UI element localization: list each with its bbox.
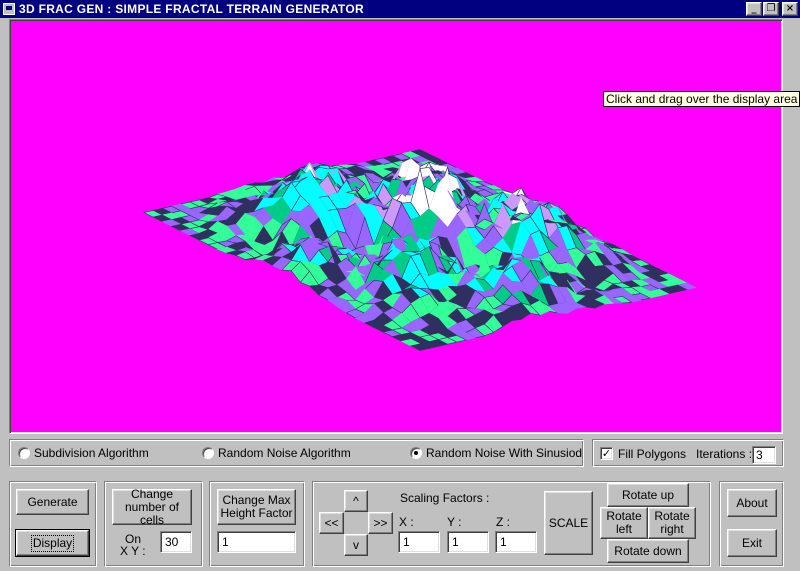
change-cells-label-1: Change [130, 486, 174, 501]
generate-button[interactable]: Generate [16, 489, 89, 515]
terrain-render [143, 149, 697, 351]
cells-xy-label: X Y : [120, 544, 146, 558]
height-input[interactable]: 1 [217, 531, 296, 553]
radio-random-noise[interactable] [202, 447, 214, 459]
nav-up-button[interactable]: ^ [344, 490, 368, 512]
rotate-down-button[interactable]: Rotate down [607, 539, 689, 563]
nav-up-icon: ^ [353, 493, 359, 508]
exit-button-label: Exit [741, 535, 762, 550]
radio-random-noise-label[interactable]: Random Noise Algorithm [218, 446, 351, 460]
scale-z-input[interactable]: 1 [495, 531, 537, 553]
title-bar[interactable]: 3D FRAC GEN : SIMPLE FRACTAL TERRAIN GEN… [0, 0, 800, 18]
app-icon[interactable] [3, 3, 15, 15]
iterations-input[interactable]: 3 [752, 446, 776, 464]
about-button-label: About [736, 495, 768, 510]
radio-random-noise-sinusoid-label[interactable]: Random Noise With Sinusiod [426, 446, 582, 460]
display-button[interactable]: Display [15, 529, 90, 557]
radio-subdivision[interactable] [18, 447, 30, 459]
change-cells-button[interactable]: Change number of cells [112, 486, 192, 527]
close-icon: × [785, 3, 795, 14]
fill-polygons-label[interactable]: Fill Polygons [618, 447, 686, 461]
nav-left-button[interactable]: << [319, 512, 344, 534]
minimize-icon: _ [751, 3, 757, 14]
exit-button[interactable]: Exit [727, 529, 777, 557]
rotate-down-label: Rotate down [614, 543, 682, 558]
restore-button[interactable]: ❐ [763, 2, 779, 16]
close-button[interactable]: × [782, 2, 798, 16]
restore-icon: ❐ [766, 3, 776, 14]
scale-x-label: X : [399, 515, 414, 529]
rotate-right-button[interactable]: Rotate right [648, 507, 696, 539]
nav-center [344, 512, 368, 534]
change-cells-label-2: number of cells [124, 499, 180, 527]
radio-subdivision-label[interactable]: Subdivision Algorithm [34, 446, 149, 460]
display-area[interactable] [9, 19, 783, 434]
tooltip: Click and drag over the display area [603, 91, 800, 107]
display-button-label: Display [30, 534, 75, 552]
scale-x-input[interactable]: 1 [398, 531, 440, 553]
scale-y-input[interactable]: 1 [447, 531, 489, 553]
minimize-button[interactable]: _ [746, 2, 762, 16]
scale-z-label: Z : [496, 515, 510, 529]
scaling-title: Scaling Factors : [400, 491, 490, 505]
change-height-label-2: Height Factor [220, 506, 293, 520]
rotate-left-label-2: left [615, 522, 632, 536]
rotate-up-label: Rotate up [621, 487, 675, 502]
nav-right-button[interactable]: >> [368, 512, 393, 534]
window-title: 3D FRAC GEN : SIMPLE FRACTAL TERRAIN GEN… [19, 2, 364, 16]
radio-random-noise-sinusoid[interactable] [410, 447, 422, 459]
check-icon: ✓ [601, 447, 612, 460]
nav-left-icon: << [324, 515, 339, 530]
nav-right-icon: >> [373, 515, 388, 530]
rotate-right-label-2: right [660, 522, 684, 536]
scale-y-label: Y : [447, 515, 462, 529]
iterations-label: Iterations : [696, 447, 753, 461]
about-button[interactable]: About [727, 489, 777, 517]
nav-down-button[interactable]: v [344, 534, 368, 556]
rotate-left-button[interactable]: Rotate left [600, 507, 648, 539]
cells-input[interactable]: 30 [160, 531, 192, 553]
generate-button-label: Generate [27, 494, 78, 509]
scale-button[interactable]: SCALE [544, 491, 593, 555]
scale-button-label: SCALE [548, 515, 589, 530]
change-height-button[interactable]: Change Max Height Factor [217, 489, 296, 525]
nav-down-icon: v [353, 537, 359, 552]
fill-polygons-checkbox[interactable]: ✓ [600, 447, 613, 460]
rotate-up-button[interactable]: Rotate up [607, 483, 689, 507]
